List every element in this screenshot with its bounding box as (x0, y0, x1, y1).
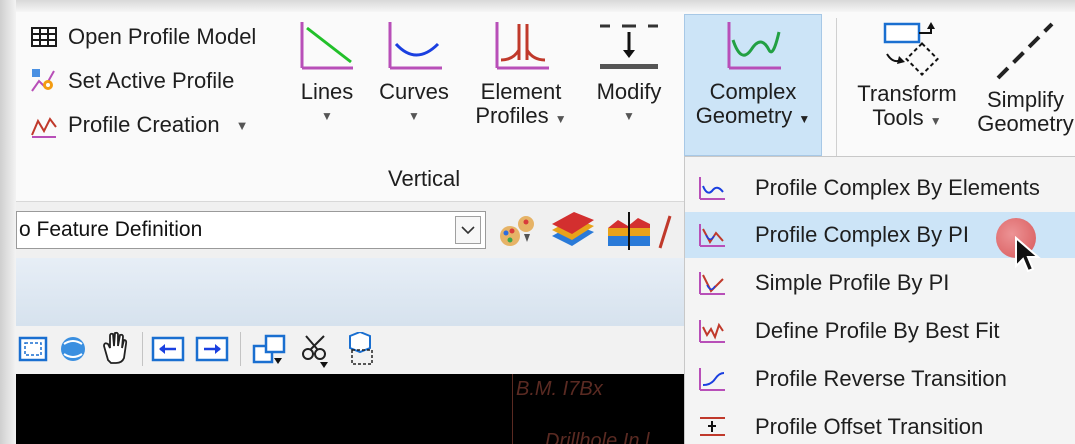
profile-creation-label: Profile Creation (68, 112, 220, 137)
viewport-annotation: Drillhole In l (545, 430, 650, 444)
tools-label: Tools (872, 105, 924, 130)
screenshot-frame: Open Profile Model Set Active Profile Pr… (0, 0, 1075, 444)
curve-icon (388, 22, 442, 70)
viewport-annotation: B.M. I7Bx (516, 378, 603, 400)
modify-button[interactable]: Modify ▼ (588, 20, 670, 128)
menu-item-profile-complex-by-elements[interactable]: Profile Complex By Elements (685, 165, 1075, 211)
menu-item-profile-offset-transition[interactable]: Profile Offset Transition (685, 404, 1075, 444)
ribbon-divider (836, 18, 837, 156)
rotate-view-icon[interactable] (56, 332, 90, 366)
menu-item-label: Profile Complex By PI (755, 222, 969, 247)
chevron-down-icon: ▼ (321, 109, 333, 123)
transform-tools-icon (883, 22, 939, 76)
chevron-down-icon: ▼ (623, 109, 635, 123)
reverse-transition-icon (699, 368, 725, 391)
profile-complex-elements-icon (699, 177, 725, 200)
chevron-down-icon: ▼ (235, 117, 249, 133)
toolbar-divider (240, 332, 241, 366)
complex-geometry-button[interactable]: Complex Geometry ▼ (686, 20, 820, 131)
modify-label: Modify (596, 79, 662, 104)
complex-geometry-icon (727, 22, 781, 70)
curves-label: Curves (379, 79, 449, 104)
complex-label: Complex (709, 79, 797, 104)
menu-item-label: Profile Reverse Transition (755, 366, 1007, 391)
menu-item-label: Define Profile By Best Fit (755, 318, 1000, 343)
mouse-cursor-icon (1015, 236, 1041, 273)
element-profiles-icon (495, 22, 549, 70)
chevron-down-icon: ▼ (929, 114, 942, 128)
cross-section-icon[interactable] (604, 210, 654, 252)
grid-icon (31, 27, 57, 47)
chevron-down-icon: ▼ (408, 109, 420, 123)
element-label: Element (480, 79, 562, 104)
menu-item-label: Profile Offset Transition (755, 414, 984, 439)
simplify-geometry-button[interactable]: Simplify Geometry (976, 20, 1075, 136)
profile-creation-icon (31, 117, 57, 138)
menu-item-profile-reverse-transition[interactable]: Profile Reverse Transition (685, 356, 1075, 402)
simplify-geometry-label: Geometry (977, 111, 1074, 136)
fit-view-icon[interactable] (16, 334, 48, 364)
open-profile-model-button[interactable]: Open Profile Model (30, 20, 256, 54)
toolbar-divider (142, 332, 143, 366)
simple-profile-pi-icon (699, 272, 725, 295)
menu-item-define-profile-by-best-fit[interactable]: Define Profile By Best Fit (685, 308, 1075, 354)
pan-view-icon[interactable] (98, 330, 132, 366)
window-shadow (0, 0, 1075, 12)
mesh-style-icon[interactable] (548, 210, 598, 252)
copy-view-icon[interactable] (250, 332, 290, 368)
modify-icon (600, 24, 658, 69)
profile-tool-icon[interactable] (658, 212, 678, 250)
transform-label: Transform (857, 81, 957, 106)
previous-view-icon[interactable] (150, 334, 186, 364)
set-active-profile-label: Set Active Profile (68, 68, 235, 93)
line-icon (300, 22, 353, 70)
chevron-down-icon (461, 226, 475, 235)
complex-geometry-menu: Profile Complex By Elements Profile Comp… (684, 156, 1075, 444)
transform-tools-button[interactable]: Transform Tools ▼ (850, 20, 964, 133)
lines-label: Lines (300, 79, 354, 104)
clip-volume-icon[interactable] (296, 332, 336, 370)
simplify-label: Simplify (986, 87, 1064, 112)
open-profile-model-label: Open Profile Model (68, 24, 257, 49)
chevron-down-icon: ▼ (798, 112, 811, 126)
active-profile-icon (31, 69, 55, 92)
profile-complex-pi-icon (699, 224, 725, 247)
simplify-geometry-icon (996, 22, 1053, 80)
best-fit-icon (699, 320, 725, 343)
offset-transition-icon (700, 417, 725, 436)
window-shadow-left (0, 0, 16, 444)
element-profiles-button[interactable]: Element Profiles ▼ (472, 20, 570, 131)
menu-item-label: Profile Complex By Elements (755, 175, 1040, 200)
geometry-label: Geometry (695, 103, 793, 128)
menu-item-label: Simple Profile By PI (755, 270, 950, 295)
palette-icon[interactable] (496, 212, 540, 250)
feature-definition-combo[interactable]: o Feature Definition (16, 211, 486, 249)
profiles-label: Profiles (475, 103, 549, 128)
next-view-icon[interactable] (194, 334, 230, 364)
ribbon-group-label: Vertical (388, 166, 461, 191)
lines-button[interactable]: Lines ▼ (296, 20, 358, 128)
clip-mask-icon[interactable] (340, 332, 380, 368)
profile-creation-button[interactable]: Profile Creation ▼ (30, 108, 249, 142)
chevron-down-icon: ▼ (554, 112, 567, 126)
curves-button[interactable]: Curves ▼ (376, 20, 452, 128)
viewport-line (512, 374, 513, 444)
feature-definition-value: o Feature Definition (19, 218, 203, 241)
set-active-profile-button[interactable]: Set Active Profile (30, 64, 234, 98)
combo-dropdown-button[interactable] (455, 216, 481, 244)
